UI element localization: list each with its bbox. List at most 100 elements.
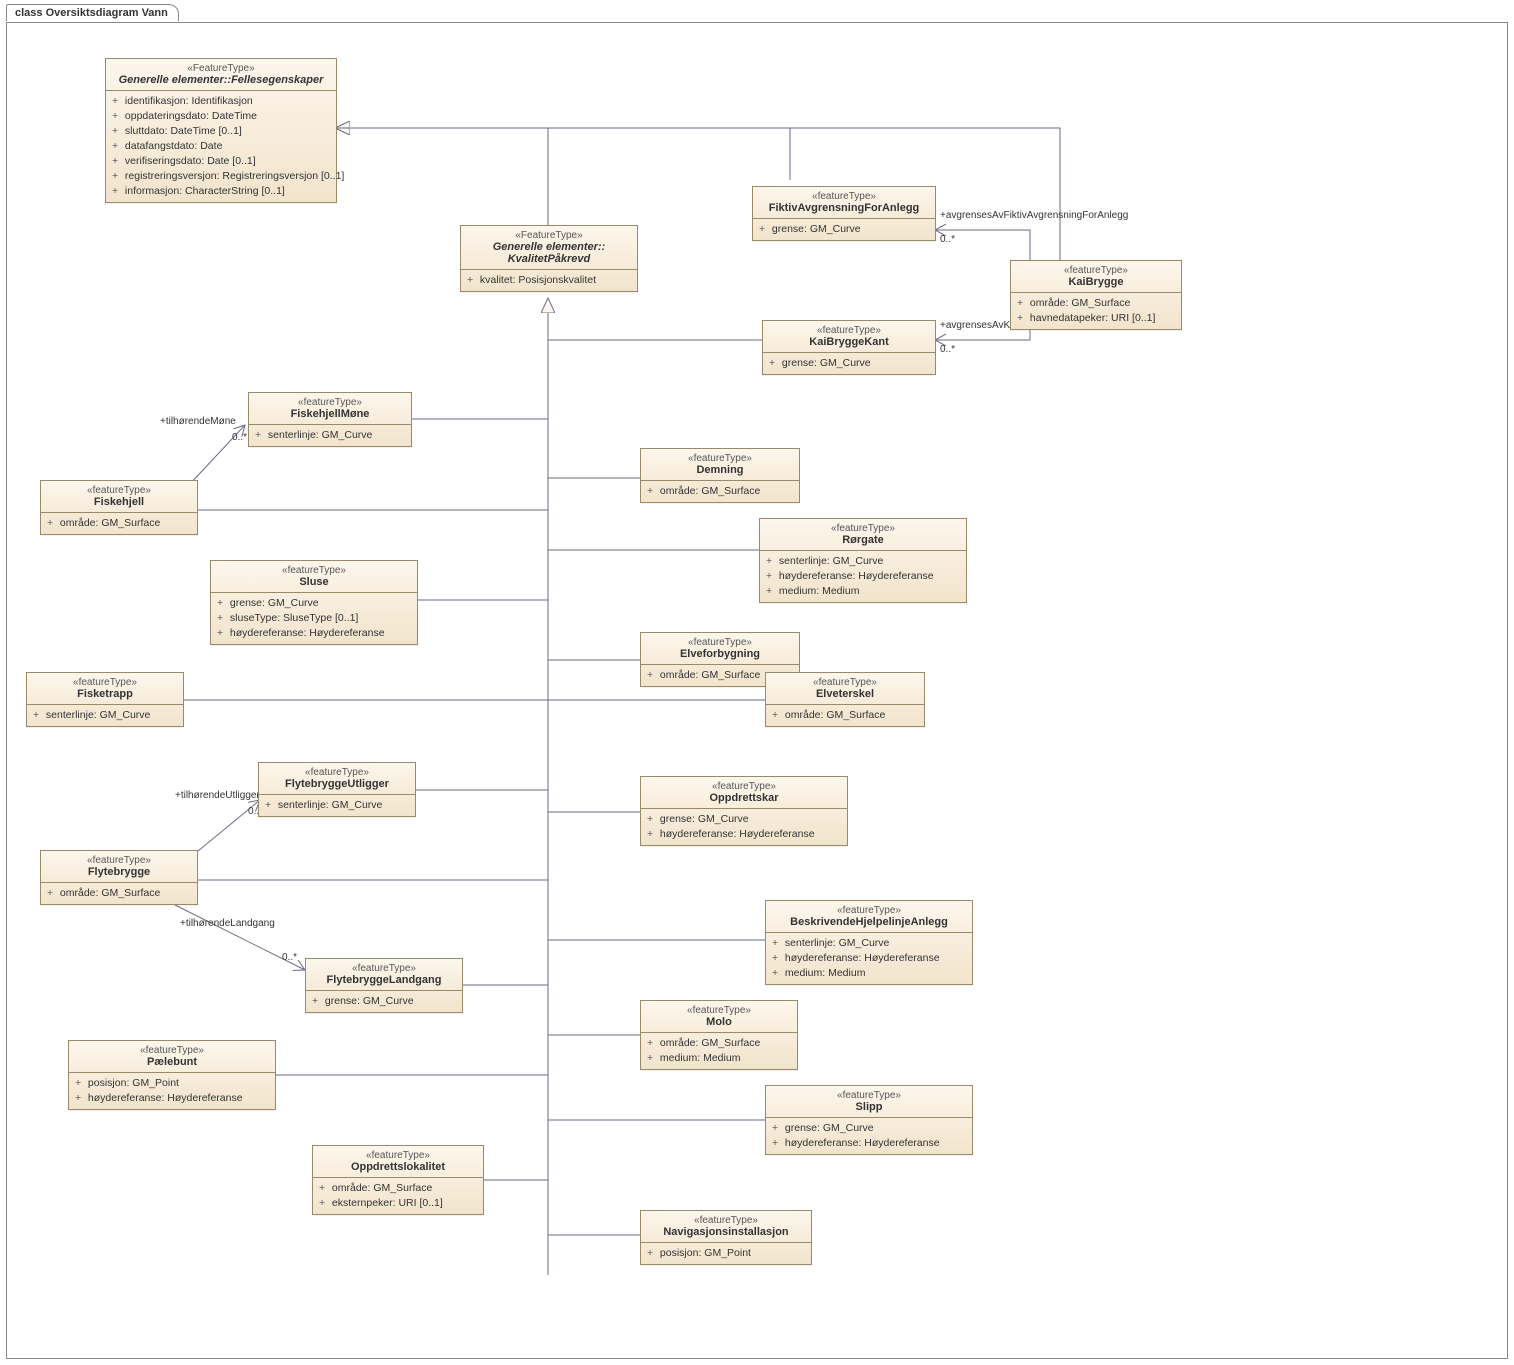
class-stereotype: «featureType» <box>319 1150 477 1161</box>
class-stereotype: «featureType» <box>647 453 793 464</box>
assoc-label-tilhorende-utligger: +tilhørendeUtligger <box>175 790 260 801</box>
class-attribute: + senterlinje: GM_Curve <box>772 936 966 951</box>
class-attributes: + område: GM_Surface+ eksternpeker: URI … <box>313 1178 483 1214</box>
class-attribute: + høydereferanse: Høydereferanse <box>647 827 841 842</box>
assoc-mult-fiktiv: 0..* <box>940 234 955 245</box>
class-attribute: + grense: GM_Curve <box>759 222 929 237</box>
class-attribute: + høydereferanse: Høydereferanse <box>217 626 411 641</box>
class-attributes: + senterlinje: GM_Curve <box>259 795 415 816</box>
class-fellesegenskaper: «FeatureType»Generelle elementer::Felles… <box>105 58 337 203</box>
class-stereotype: «featureType» <box>647 637 793 648</box>
class-attributes: + grense: GM_Curve <box>306 991 462 1012</box>
class-fiktivavgrensning: «featureType»FiktivAvgrensningForAnlegg+… <box>752 186 936 241</box>
class-stereotype: «featureType» <box>647 781 841 792</box>
class-stereotype: «FeatureType» <box>467 230 631 241</box>
class-attribute: + høydereferanse: Høydereferanse <box>766 569 960 584</box>
class-attribute: + medium: Medium <box>772 966 966 981</box>
class-attribute: + kvalitet: Posisjonskvalitet <box>467 273 631 288</box>
diagram-frame-label: class Oversiktsdiagram Vann <box>6 4 179 21</box>
class-name: Generelle elementer::Fellesegenskaper <box>112 74 330 86</box>
class-beskrivendehjelpelinje: «featureType»BeskrivendeHjelpelinjeAnleg… <box>765 900 973 985</box>
class-attributes: + senterlinje: GM_Curve <box>27 705 183 726</box>
class-attribute: + grense: GM_Curve <box>217 596 411 611</box>
class-stereotype: «featureType» <box>217 565 411 576</box>
class-attribute: + område: GM_Surface <box>647 484 793 499</box>
class-navigasjonsinstallasjon: «featureType»Navigasjonsinstallasjon+ po… <box>640 1210 812 1265</box>
assoc-label-tilhorende-mone: +tilhørendeMøne <box>160 416 236 427</box>
class-attribute: + område: GM_Surface <box>47 516 191 531</box>
class-attributes: + posisjon: GM_Point <box>641 1243 811 1264</box>
class-attribute: + grense: GM_Curve <box>772 1121 966 1136</box>
class-attribute: + grense: GM_Curve <box>769 356 929 371</box>
class-attribute: + senterlinje: GM_Curve <box>33 708 177 723</box>
class-fiskehjellmone: «featureType»FiskehjellMøne+ senterlinje… <box>248 392 412 447</box>
class-name: BeskrivendeHjelpelinjeAnlegg <box>772 916 966 928</box>
class-paelebunt: «featureType»Pælebunt + posisjon: GM_Poin… <box>68 1040 276 1110</box>
class-name: FiskehjellMøne <box>255 408 405 420</box>
class-name: Generelle elementer::KvalitetPåkrevd <box>467 241 631 265</box>
class-slipp: «featureType»Slipp+ grense: GM_Curve+ hø… <box>765 1085 973 1155</box>
assoc-mult-landgang: 0..* <box>282 952 297 963</box>
class-attribute: + eksternpeker: URI [0..1] <box>319 1196 477 1211</box>
class-attribute: + senterlinje: GM_Curve <box>265 798 409 813</box>
class-name: FlytebryggeLandgang <box>312 974 456 986</box>
class-attribute: + område: GM_Surface <box>319 1181 477 1196</box>
class-attribute: + høydereferanse: Høydereferanse <box>75 1091 269 1106</box>
class-attribute: + verifiseringsdato: Date [0..1] <box>112 154 330 169</box>
class-stereotype: «featureType» <box>772 1090 966 1101</box>
class-attributes: + senterlinje: GM_Curve+ høydereferanse:… <box>766 933 972 984</box>
class-attributes: + område: GM_Surface <box>766 705 924 726</box>
class-fiskehjell: «featureType»Fiskehjell + område: GM_Surf… <box>40 480 198 535</box>
class-stereotype: «featureType» <box>647 1215 805 1226</box>
class-flytebrygge: «featureType»Flytebrygge + område: GM_Sur… <box>40 850 198 905</box>
class-stereotype: «featureType» <box>769 325 929 336</box>
class-attributes: + område: GM_Surface <box>41 513 197 534</box>
class-attribute: + senterlinje: GM_Curve <box>766 554 960 569</box>
class-attribute: + posisjon: GM_Point <box>647 1246 805 1261</box>
class-stereotype: «featureType» <box>312 963 456 974</box>
class-molo: «featureType»Molo+ område: GM_Surface+ m… <box>640 1000 798 1070</box>
assoc-mult-mone: 0..* <box>232 432 247 443</box>
class-attribute: + medium: Medium <box>766 584 960 599</box>
class-name: Flytebrygge <box>47 866 191 878</box>
class-attributes: + område: GM_Surface <box>641 481 799 502</box>
class-demning: «featureType»Demning+ område: GM_Surface <box>640 448 800 503</box>
class-flytebryggelandgang: «featureType»FlytebryggeLandgang + grense… <box>305 958 463 1013</box>
class-attribute: + posisjon: GM_Point <box>75 1076 269 1091</box>
class-stereotype: «featureType» <box>772 905 966 916</box>
class-stereotype: «featureType» <box>1017 265 1175 276</box>
class-sluse: «featureType»Sluse + grense: GM_Curve+ sl… <box>210 560 418 645</box>
class-attribute: + informasjon: CharacterString [0..1] <box>112 184 330 199</box>
class-name: Molo <box>647 1016 791 1028</box>
class-attributes: + grense: GM_Curve+ høydereferanse: Høyd… <box>766 1118 972 1154</box>
class-stereotype: «featureType» <box>47 485 191 496</box>
class-name: Pælebunt <box>75 1056 269 1068</box>
class-stereotype: «featureType» <box>766 523 960 534</box>
class-attribute: + identifikasjon: Identifikasjon <box>112 94 330 109</box>
class-attribute: + sluttdato: DateTime [0..1] <box>112 124 330 139</box>
class-stereotype: «featureType» <box>47 855 191 866</box>
class-attribute: + senterlinje: GM_Curve <box>255 428 405 443</box>
class-name: Sluse <box>217 576 411 588</box>
class-attribute: + område: GM_Surface <box>47 886 191 901</box>
class-name: FlytebryggeUtligger <box>265 778 409 790</box>
class-attributes: + grense: GM_Curve+ sluseType: SluseType… <box>211 593 417 644</box>
class-kaibryggekant: «featureType»KaiBryggeKant + grense: GM_C… <box>762 320 936 375</box>
class-name: KaiBrygge <box>1017 276 1175 288</box>
class-fisketrapp: «featureType»Fisketrapp + senterlinje: GM… <box>26 672 184 727</box>
class-attributes: + senterlinje: GM_Curve+ høydereferanse:… <box>760 551 966 602</box>
class-attribute: + høydereferanse: Høydereferanse <box>772 1136 966 1151</box>
class-attributes: + posisjon: GM_Point+ høydereferanse: Hø… <box>69 1073 275 1109</box>
class-name: Fiskehjell <box>47 496 191 508</box>
class-name: KaiBryggeKant <box>769 336 929 348</box>
class-attributes: + kvalitet: Posisjonskvalitet <box>461 270 637 291</box>
class-stereotype: «featureType» <box>647 1005 791 1016</box>
class-attribute: + grense: GM_Curve <box>312 994 456 1009</box>
class-stereotype: «featureType» <box>75 1045 269 1056</box>
class-attribute: + område: GM_Surface <box>772 708 918 723</box>
class-attributes: + grense: GM_Curve <box>763 353 935 374</box>
class-name: Elveterskel <box>772 688 918 700</box>
class-name: Oppdrettskar <box>647 792 841 804</box>
class-name: Fisketrapp <box>33 688 177 700</box>
class-stereotype: «featureType» <box>33 677 177 688</box>
